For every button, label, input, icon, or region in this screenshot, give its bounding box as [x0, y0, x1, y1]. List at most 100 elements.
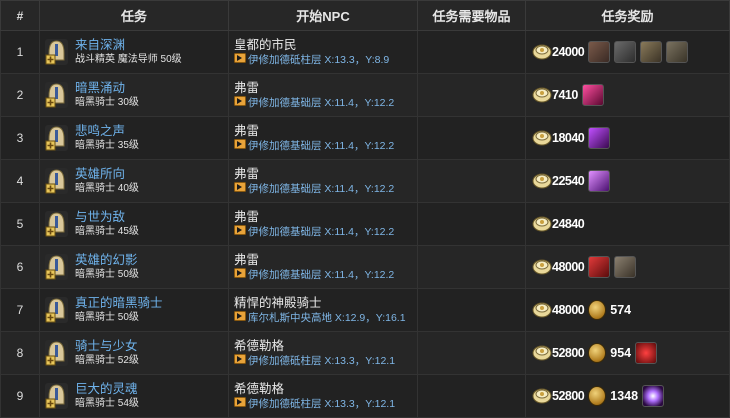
pink-slash-icon[interactable]	[581, 84, 604, 106]
npc-location-link[interactable]: 库尔札斯中央高地 X:12.9，Y:16.1	[234, 311, 417, 325]
npc-location-link[interactable]: 伊修加德砥柱层 X:13.3，Y:8.9	[234, 53, 417, 67]
quest-name-link[interactable]: 与世为敌	[75, 210, 139, 225]
boots-icon[interactable]	[666, 41, 689, 63]
npc-location-link[interactable]: 伊修加德基础层 X:11.4，Y:12.2	[234, 182, 417, 196]
required-items-cell	[417, 374, 526, 418]
gil-amount: 7410	[552, 88, 578, 102]
quest-scroll-icon	[45, 39, 68, 65]
quest-scroll-icon	[45, 211, 68, 237]
quest-name-link[interactable]: 骑士与少女	[75, 339, 139, 354]
quest-name-link[interactable]: 真正的暗黑骑士	[75, 296, 163, 311]
row-number: 5	[0, 202, 40, 246]
npc-location[interactable]: 伊修加德砥柱层 X:13.3，Y:12.1	[248, 397, 395, 411]
npc-location-link[interactable]: 伊修加德基础层 X:11.4，Y:12.2	[234, 96, 417, 110]
seal-amount: 1348	[610, 389, 639, 403]
quest-requirement: 战斗精英 魔法导师 50级	[75, 54, 182, 65]
npc-location-link[interactable]: 伊修加德砥柱层 X:13.3，Y:12.1	[234, 354, 417, 368]
map-icon	[234, 53, 248, 67]
seal-amount: 574	[610, 303, 632, 317]
row-number: 9	[0, 374, 40, 418]
required-items-cell	[417, 202, 526, 246]
gil-icon	[531, 384, 553, 409]
map-icon	[234, 397, 248, 411]
armor-icon[interactable]	[640, 41, 663, 63]
gil-amount: 52800	[552, 346, 585, 360]
map-icon	[234, 354, 248, 368]
table-row: 9 巨大的灵魂 暗黑骑士 54级 希德勒格 伊修加德砥柱层 X:13.3，Y:12.1 5…	[0, 374, 730, 418]
gil-reward: 7410	[532, 83, 578, 108]
gil-icon	[531, 126, 553, 151]
npc-name: 皇都的市民	[234, 38, 297, 52]
npc-location[interactable]: 伊修加德基础层 X:11.4，Y:12.2	[248, 268, 394, 282]
npc-name: 弗雷	[234, 167, 260, 181]
rewards-cell: 24000	[526, 40, 729, 65]
gil-reward: 52800	[531, 384, 585, 409]
gil-amount: 24840	[552, 217, 585, 231]
table-row: 2 暗黑涌动 暗黑骑士 30级 弗雷 伊修加德基础层 X:11.4，Y:12.2 7410	[0, 73, 730, 117]
rewards-cell: 22540	[526, 169, 729, 194]
quest-scroll-icon	[45, 125, 68, 151]
gil-reward: 52800	[532, 341, 585, 366]
npc-location[interactable]: 伊修加德砥柱层 X:13.3，Y:8.9	[248, 53, 389, 67]
npc-location[interactable]: 伊修加德基础层 X:11.4，Y:12.2	[248, 96, 394, 110]
header-rewards: 任务奖励	[525, 0, 730, 31]
quest-name-link[interactable]: 英雄所向	[75, 167, 139, 182]
header-npc: 开始NPC	[228, 0, 418, 31]
violet-arc-icon[interactable]	[588, 170, 611, 192]
npc-name: 弗雷	[234, 210, 260, 224]
rewards-cell: 24840	[526, 212, 729, 237]
npc-location[interactable]: 伊修加德砥柱层 X:13.3，Y:12.1	[248, 354, 395, 368]
table-row: 4 英雄所向 暗黑骑士 40级 弗雷 伊修加德基础层 X:11.4，Y:12.2 2254…	[0, 159, 730, 203]
gil-reward: 24000	[532, 40, 585, 65]
table-row: 5 与世为敌 暗黑骑士 45级 弗雷 伊修加德基础层 X:11.4，Y:12.2 2484…	[0, 202, 730, 246]
gil-reward: 22540	[532, 169, 585, 194]
row-number: 1	[0, 30, 40, 74]
npc-location-link[interactable]: 伊修加德砥柱层 X:13.3，Y:12.1	[234, 397, 417, 411]
rewards-cell: 18040	[526, 126, 729, 151]
red-cube-icon[interactable]	[588, 256, 611, 278]
required-items-cell	[417, 245, 526, 289]
required-items-cell	[417, 30, 526, 74]
rewards-cell: 52800 1348	[526, 384, 729, 409]
sword-icon[interactable]	[614, 41, 637, 63]
gray-helm-icon[interactable]	[614, 256, 637, 278]
table-row: 3 悲鸣之声 暗黑骑士 35级 弗雷 伊修加德基础层 X:11.4，Y:12.2 1804…	[0, 116, 730, 160]
purple-ring-icon[interactable]	[642, 385, 665, 407]
quest-table: # 任务 开始NPC 任务需要物品 任务奖励 1 来自深渊 战斗精英 魔法导师 50…	[0, 0, 730, 418]
quest-requirement: 暗黑骑士 52级	[75, 355, 139, 366]
seal-amount: 954	[610, 346, 632, 360]
row-number: 6	[0, 245, 40, 289]
npc-location-link[interactable]: 伊修加德基础层 X:11.4，Y:12.2	[234, 139, 417, 153]
npc-location[interactable]: 伊修加德基础层 X:11.4，Y:12.2	[248, 139, 394, 153]
seal-reward: 574	[588, 300, 631, 320]
quest-scroll-icon	[45, 297, 68, 323]
quest-name-link[interactable]: 悲鸣之声	[75, 124, 139, 139]
red-orb-icon[interactable]	[635, 342, 658, 364]
quest-name-link[interactable]: 暗黑涌动	[75, 81, 139, 96]
table-row: 6 英雄的幻影 暗黑骑士 50级 弗雷 伊修加德基础层 X:11.4，Y:12.2 480…	[0, 245, 730, 289]
gil-icon	[531, 83, 553, 108]
npc-location[interactable]: 库尔札斯中央高地 X:12.9，Y:16.1	[248, 311, 406, 325]
npc-location[interactable]: 伊修加德基础层 X:11.4，Y:12.2	[248, 182, 394, 196]
npc-name: 弗雷	[234, 253, 260, 267]
quest-name-link[interactable]: 来自深渊	[75, 38, 182, 53]
quest-name-link[interactable]: 英雄的幻影	[75, 253, 139, 268]
gil-amount: 48000	[552, 303, 585, 317]
gear-icon[interactable]	[588, 41, 611, 63]
purple-slash-icon[interactable]	[588, 127, 611, 149]
quest-requirement: 暗黑骑士 40级	[75, 183, 139, 194]
npc-name: 弗雷	[234, 124, 260, 138]
quest-name-link[interactable]: 巨大的灵魂	[75, 382, 139, 397]
row-number: 4	[0, 159, 40, 203]
gil-amount: 18040	[552, 131, 585, 145]
npc-location[interactable]: 伊修加德基础层 X:11.4，Y:12.2	[248, 225, 394, 239]
rewards-cell: 48000 574	[526, 298, 729, 323]
map-icon	[234, 96, 248, 110]
quest-requirement: 暗黑骑士 45级	[75, 226, 139, 237]
row-number: 8	[0, 331, 40, 375]
npc-location-link[interactable]: 伊修加德基础层 X:11.4，Y:12.2	[234, 225, 417, 239]
row-number: 3	[0, 116, 40, 160]
quest-requirement: 暗黑骑士 35级	[75, 140, 139, 151]
npc-name: 弗雷	[234, 81, 260, 95]
npc-location-link[interactable]: 伊修加德基础层 X:11.4，Y:12.2	[234, 268, 417, 282]
